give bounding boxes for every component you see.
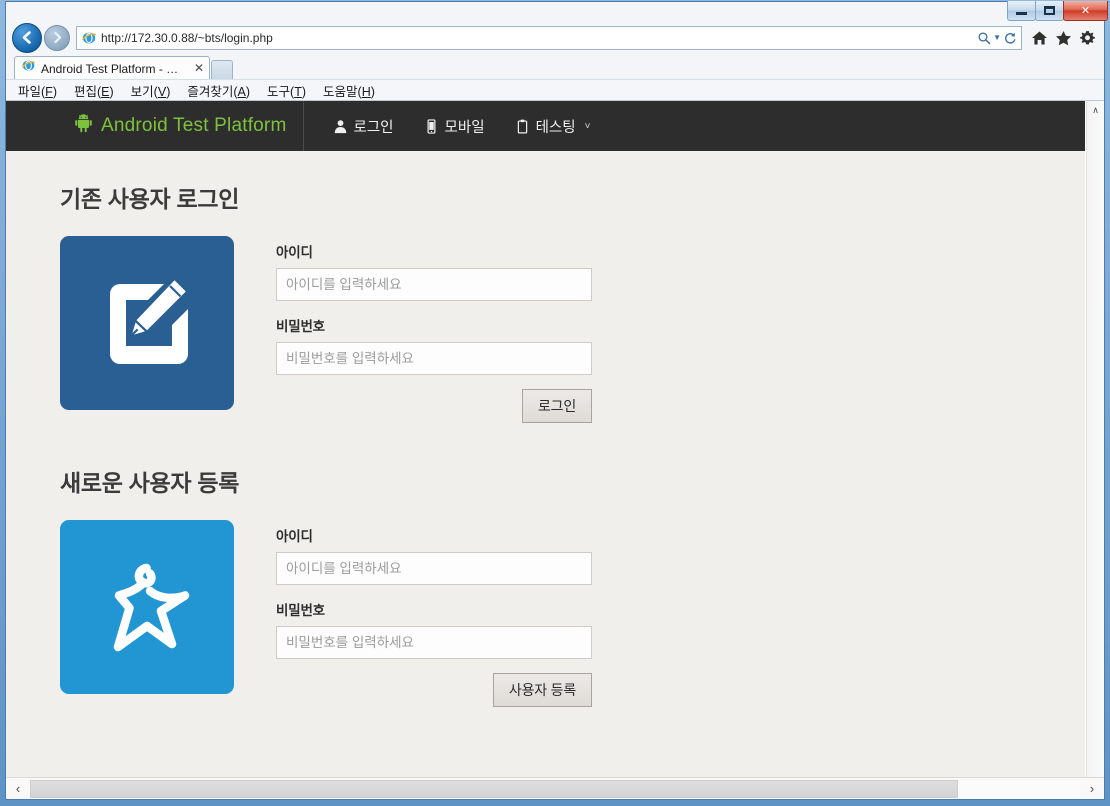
register-form-row: 아이디 비밀번호 사용자 등록 bbox=[60, 520, 1053, 707]
refresh-icon[interactable] bbox=[1003, 31, 1017, 45]
site-navbar: Android Test Platform 로그인 모바일 테스팅 ˅ bbox=[6, 101, 1085, 151]
menu-item-view[interactable]: 보기(V) bbox=[131, 81, 171, 100]
nav-link-login[interactable]: 로그인 bbox=[318, 101, 409, 151]
edit-pencil-icon bbox=[60, 236, 234, 410]
scroll-left-icon[interactable]: ‹ bbox=[6, 779, 30, 799]
hscroll-track[interactable] bbox=[30, 779, 1080, 798]
window-caption-buttons: ✕ bbox=[1007, 1, 1108, 22]
ie-favicon-icon bbox=[81, 30, 97, 46]
url-text: http://172.30.0.88/~bts/login.php bbox=[101, 30, 273, 45]
scroll-up-icon[interactable]: ∧ bbox=[1087, 101, 1105, 119]
brand[interactable]: Android Test Platform bbox=[74, 101, 304, 151]
menu-item-edit[interactable]: 편집(E) bbox=[74, 81, 114, 100]
register-password-label: 비밀번호 bbox=[276, 603, 325, 618]
login-id-input[interactable] bbox=[276, 268, 592, 301]
nav-link-login-label: 로그인 bbox=[353, 119, 394, 136]
login-fields: 아이디 비밀번호 로그인 bbox=[276, 236, 592, 423]
tab-favicon-icon bbox=[21, 58, 36, 78]
star-person-icon bbox=[60, 520, 234, 694]
address-bar: http://172.30.0.88/~bts/login.php ▼ bbox=[6, 21, 1104, 54]
arrow-right-icon bbox=[53, 31, 61, 44]
browser-window: ✕ http://172.30.0.88/~bts/login.php ▼ An… bbox=[0, 0, 1110, 806]
menu-item-help[interactable]: 도움말(H) bbox=[323, 81, 375, 100]
nav-link-testing[interactable]: 테스팅 ˅ bbox=[500, 101, 606, 151]
hscroll-thumb[interactable] bbox=[30, 779, 959, 798]
favorites-star-icon[interactable] bbox=[1055, 30, 1072, 46]
horizontal-scrollbar[interactable]: ‹ › bbox=[6, 777, 1104, 799]
login-form-row: 아이디 비밀번호 로그인 bbox=[60, 236, 1053, 423]
page-viewport: ∧ Android Test Platform 로그인 모바일 테스팅 ˅ 기존… bbox=[6, 101, 1104, 799]
user-icon bbox=[333, 119, 348, 134]
url-input[interactable]: http://172.30.0.88/~bts/login.php ▼ bbox=[76, 25, 1022, 50]
brand-text: Android Test Platform bbox=[101, 115, 287, 136]
scroll-right-icon[interactable]: › bbox=[1080, 779, 1104, 799]
tab-strip: Android Test Platform - 로... ✕ bbox=[6, 54, 1104, 79]
menu-bar: 파일(F) 편집(E) 보기(V) 즐겨찾기(A) 도구(T) 도움말(H) bbox=[6, 79, 1104, 101]
tab-title: Android Test Platform - 로... bbox=[41, 61, 187, 76]
login-submit-button[interactable]: 로그인 bbox=[521, 389, 592, 423]
forward-button[interactable] bbox=[44, 24, 70, 51]
chevron-down-icon[interactable]: ▼ bbox=[993, 33, 1001, 42]
nav-link-testing-label: 테스팅 bbox=[535, 119, 576, 136]
register-fields: 아이디 비밀번호 사용자 등록 bbox=[276, 520, 592, 707]
maximize-button[interactable] bbox=[1035, 1, 1064, 21]
home-icon[interactable] bbox=[1031, 30, 1048, 46]
menu-item-tools[interactable]: 도구(T) bbox=[267, 81, 306, 100]
register-id-label: 아이디 bbox=[276, 529, 313, 544]
login-id-label: 아이디 bbox=[276, 245, 313, 260]
close-button[interactable]: ✕ bbox=[1063, 1, 1108, 21]
menu-item-file[interactable]: 파일(F) bbox=[18, 81, 57, 100]
login-section-title: 기존 사용자 로그인 bbox=[60, 186, 240, 212]
search-icon[interactable] bbox=[977, 31, 991, 45]
back-button[interactable] bbox=[12, 22, 42, 53]
android-logo-icon bbox=[74, 114, 93, 138]
nav-link-mobile-label: 모바일 bbox=[444, 119, 485, 136]
clipboard-icon bbox=[515, 119, 530, 134]
register-section-title: 새로운 사용자 등록 bbox=[60, 470, 240, 496]
chevron-down-icon: ˅ bbox=[584, 120, 591, 132]
register-id-input[interactable] bbox=[276, 552, 592, 585]
login-password-input[interactable] bbox=[276, 342, 592, 375]
new-tab-button[interactable] bbox=[211, 60, 233, 79]
arrow-left-icon bbox=[22, 31, 31, 44]
settings-gear-icon[interactable] bbox=[1079, 30, 1096, 46]
register-submit-button[interactable]: 사용자 등록 bbox=[492, 673, 592, 707]
browser-toolbar-icons bbox=[1031, 30, 1096, 46]
vertical-scrollbar[interactable]: ∧ bbox=[1086, 101, 1104, 777]
menu-item-favorites[interactable]: 즐겨찾기(A) bbox=[187, 81, 250, 100]
nav-links: 로그인 모바일 테스팅 ˅ bbox=[304, 101, 606, 151]
url-tools: ▼ bbox=[977, 31, 1017, 45]
tab-close-icon[interactable]: ✕ bbox=[192, 62, 204, 74]
register-password-input[interactable] bbox=[276, 626, 592, 659]
mobile-icon bbox=[424, 118, 439, 134]
browser-tab[interactable]: Android Test Platform - 로... ✕ bbox=[14, 56, 210, 79]
minimize-button[interactable] bbox=[1007, 1, 1036, 21]
nav-link-mobile[interactable]: 모바일 bbox=[409, 101, 500, 151]
login-password-label: 비밀번호 bbox=[276, 319, 325, 334]
page-body: 기존 사용자 로그인 아이디 아이디를 입력하세요 비밀번호 비밀번호를 입력하… bbox=[6, 151, 1085, 799]
